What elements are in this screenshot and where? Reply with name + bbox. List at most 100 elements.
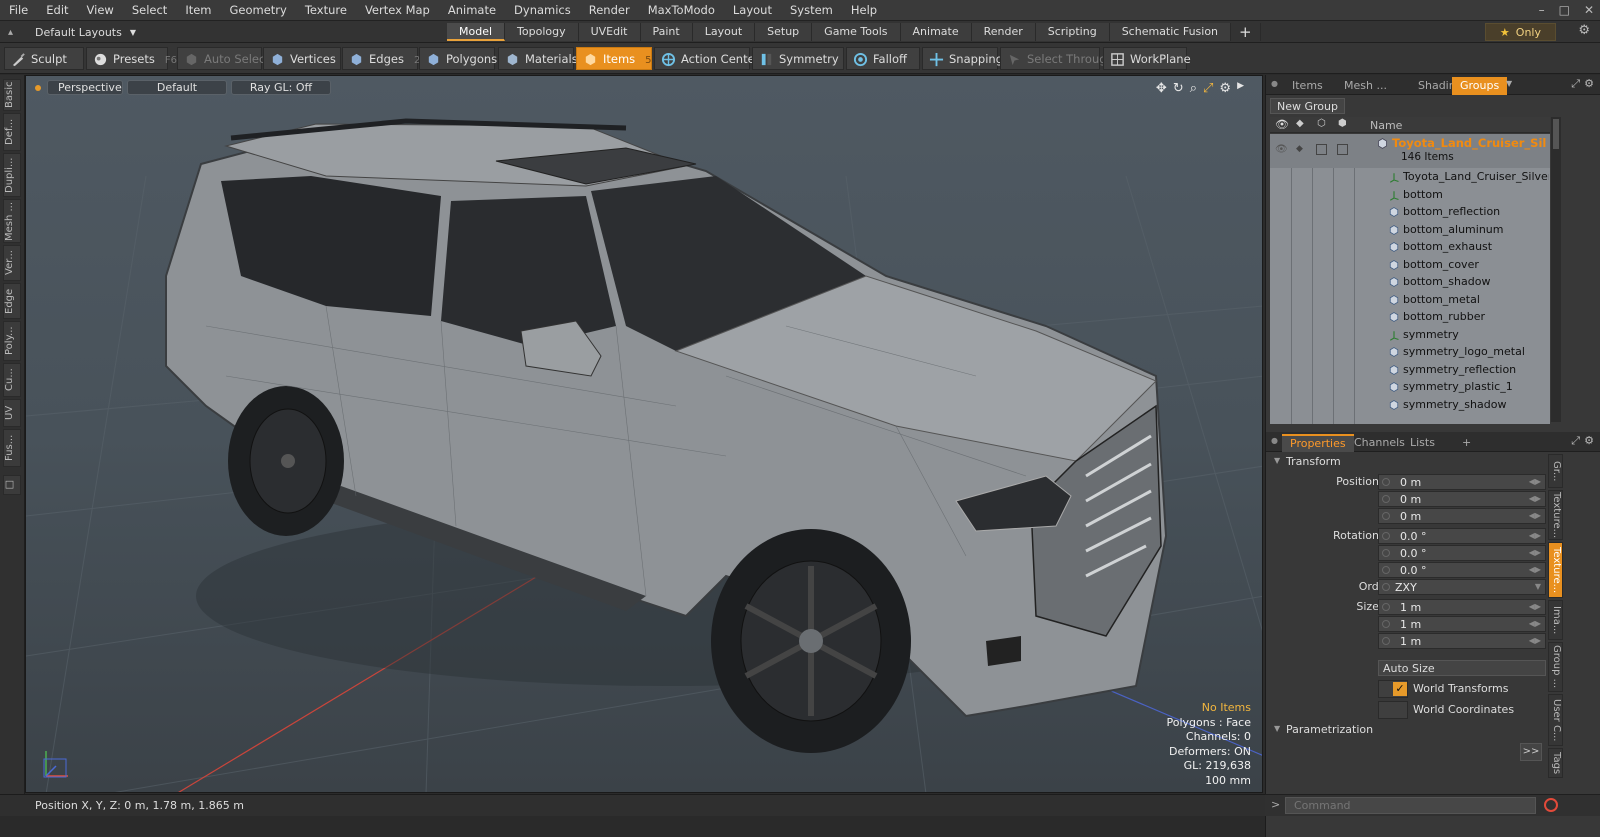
lock-column-icon[interactable]: ⬡	[1317, 118, 1326, 129]
tree-item-row[interactable]: bottom_rubber	[1270, 308, 1550, 326]
tab-topology[interactable]: Topology	[505, 23, 579, 41]
tree-item-row[interactable]: bottom	[1270, 186, 1550, 204]
maximize-icon[interactable]: □	[1559, 0, 1570, 21]
presets-button[interactable]: Presets F6	[86, 47, 177, 70]
menu-render[interactable]: Render	[580, 0, 639, 21]
snapping-button[interactable]: Snapping	[922, 47, 1003, 70]
size-z-field[interactable]: 1 m ◀▶	[1378, 633, 1546, 649]
left-tab-uv[interactable]: UV	[3, 399, 21, 427]
menu-geometry[interactable]: Geometry	[221, 0, 296, 21]
side-tab-group[interactable]: Group ...	[1548, 642, 1563, 692]
left-tab-edge[interactable]: Edge	[3, 283, 21, 319]
add-tab-button[interactable]: +	[1231, 23, 1261, 41]
menu-edit[interactable]: Edit	[37, 0, 77, 21]
tree-item-row[interactable]: bottom_reflection	[1270, 203, 1550, 221]
name-column-header[interactable]: Name	[1370, 119, 1402, 132]
menu-select[interactable]: Select	[123, 0, 176, 21]
add-props-tab-button[interactable]: +	[1454, 434, 1479, 452]
tree-item-row[interactable]: symmetry_logo_metal	[1270, 343, 1550, 361]
tree-item-row[interactable]: Toyota_Land_Cruiser_Silver ...	[1270, 168, 1550, 186]
fit-view-icon[interactable]: ⤢	[1203, 81, 1213, 96]
falloff-button[interactable]: Falloff	[846, 47, 920, 70]
viewport-more-icon[interactable]: ▶	[1237, 81, 1244, 96]
viewport-options-dot[interactable]	[35, 85, 41, 91]
polygons-button[interactable]: Polygons	[419, 47, 497, 70]
world-coordinates-checkbox[interactable]	[1378, 701, 1408, 719]
transform-section[interactable]: ▼ Transform	[1270, 455, 1560, 471]
move-view-icon[interactable]: ✥	[1156, 81, 1167, 96]
position-x-field[interactable]: 0 m ◀▶	[1378, 474, 1546, 490]
left-tab-duplicate[interactable]: Dupli...	[3, 153, 21, 197]
world-transforms-checkbox[interactable]: ✓	[1378, 680, 1408, 698]
menu-maxtomodo[interactable]: MaxToModo	[639, 0, 724, 21]
tree-item-row[interactable]: bottom_metal	[1270, 291, 1550, 309]
props-expand-icon[interactable]: ⤢	[1571, 434, 1580, 448]
tab-items[interactable]: Items	[1284, 77, 1331, 95]
tree-item-row[interactable]: symmetry_reflection	[1270, 361, 1550, 379]
menu-system[interactable]: System	[781, 0, 842, 21]
menu-texture[interactable]: Texture	[296, 0, 356, 21]
menu-view[interactable]: View	[78, 0, 123, 21]
tab-mesh[interactable]: Mesh ...	[1336, 77, 1395, 95]
tree-item-row[interactable]: symmetry_shadow	[1270, 396, 1550, 414]
side-tab-texture-1[interactable]: Texture...	[1548, 490, 1563, 540]
menu-dynamics[interactable]: Dynamics	[505, 0, 580, 21]
tab-game-tools[interactable]: Game Tools	[812, 23, 901, 41]
tree-item-row[interactable]: bottom_cover	[1270, 256, 1550, 274]
tab-animate[interactable]: Animate	[900, 23, 972, 41]
3d-viewport[interactable]: Perspective Default Ray GL: Off ✥ ↻ ⌕ ⤢ …	[25, 75, 1263, 793]
side-tab-image[interactable]: Ima...	[1548, 600, 1563, 640]
position-z-field[interactable]: 0 m ◀▶	[1378, 508, 1546, 524]
group-lock-checkbox[interactable]	[1316, 144, 1327, 155]
left-tab-vertex[interactable]: Ver...	[3, 245, 21, 281]
menu-file[interactable]: File	[0, 0, 37, 21]
tree-scrollbar[interactable]	[1551, 117, 1561, 422]
menu-animate[interactable]: Animate	[439, 0, 505, 21]
visibility-column-icon[interactable]: 👁	[1275, 118, 1289, 131]
close-icon[interactable]: ✕	[1584, 0, 1594, 21]
left-tab-polygon[interactable]: Poly...	[3, 321, 21, 361]
materials-button[interactable]: Materials	[498, 47, 578, 70]
select-through-button[interactable]: Select Through	[1000, 47, 1114, 70]
group-visibility-icon[interactable]: 👁	[1275, 144, 1288, 155]
sculpt-button[interactable]: Sculpt	[4, 47, 84, 70]
side-tab-tags[interactable]: Tags	[1548, 748, 1563, 778]
record-icon[interactable]	[1544, 798, 1558, 812]
tree-item-row[interactable]: bottom_exhaust	[1270, 238, 1550, 256]
left-tab-expand[interactable]: □	[3, 475, 21, 495]
left-tab-basic[interactable]: Basic	[3, 79, 21, 111]
vertices-button[interactable]: Vertices1	[263, 47, 352, 70]
side-tab-texture-2[interactable]: Texture...	[1548, 542, 1563, 598]
menu-help[interactable]: Help	[842, 0, 886, 21]
tab-paint[interactable]: Paint	[640, 23, 693, 41]
left-tab-mesh[interactable]: Mesh ...	[3, 199, 21, 243]
panel-gear-icon[interactable]: ⚙	[1584, 77, 1594, 90]
rotation-x-field[interactable]: 0.0 ° ◀▶	[1378, 528, 1546, 544]
tree-item-row[interactable]: bottom_aluminum	[1270, 221, 1550, 239]
only-button[interactable]: ★ Only	[1484, 23, 1556, 41]
items-button[interactable]: Items 5	[576, 47, 652, 70]
zoom-view-icon[interactable]: ⌕	[1190, 81, 1197, 96]
left-tab-curve[interactable]: Cu...	[3, 363, 21, 397]
minimize-icon[interactable]: –	[1539, 0, 1545, 21]
tab-render[interactable]: Render	[971, 23, 1036, 41]
gear-icon[interactable]: ⚙	[1578, 23, 1590, 38]
command-input[interactable]	[1285, 797, 1536, 814]
tabs-dropdown-icon[interactable]: ▼	[1506, 79, 1512, 88]
position-y-field[interactable]: 0 m ◀▶	[1378, 491, 1546, 507]
select-column-icon[interactable]: ⬢	[1338, 118, 1347, 129]
rotate-view-icon[interactable]: ↻	[1173, 81, 1184, 96]
symmetry-button[interactable]: Symmetry	[752, 47, 844, 70]
tab-layout[interactable]: Layout	[692, 23, 756, 41]
tab-scripting[interactable]: Scripting	[1035, 23, 1110, 41]
auto-size-button[interactable]: Auto Size	[1378, 660, 1546, 676]
auto-select-button[interactable]: Auto Select	[177, 47, 270, 70]
raygl-button[interactable]: Ray GL: Off	[231, 80, 331, 95]
tree-item-row[interactable]: symmetry	[1270, 326, 1550, 344]
tab-lists[interactable]: Lists	[1402, 434, 1443, 452]
menu-item[interactable]: Item	[176, 0, 220, 21]
more-properties-button[interactable]: >>	[1520, 743, 1542, 761]
parametrization-section[interactable]: ▼ Parametrization	[1270, 723, 1560, 739]
group-render-icon[interactable]: ◆	[1296, 144, 1303, 154]
workplane-button[interactable]: WorkPlane	[1103, 47, 1191, 70]
